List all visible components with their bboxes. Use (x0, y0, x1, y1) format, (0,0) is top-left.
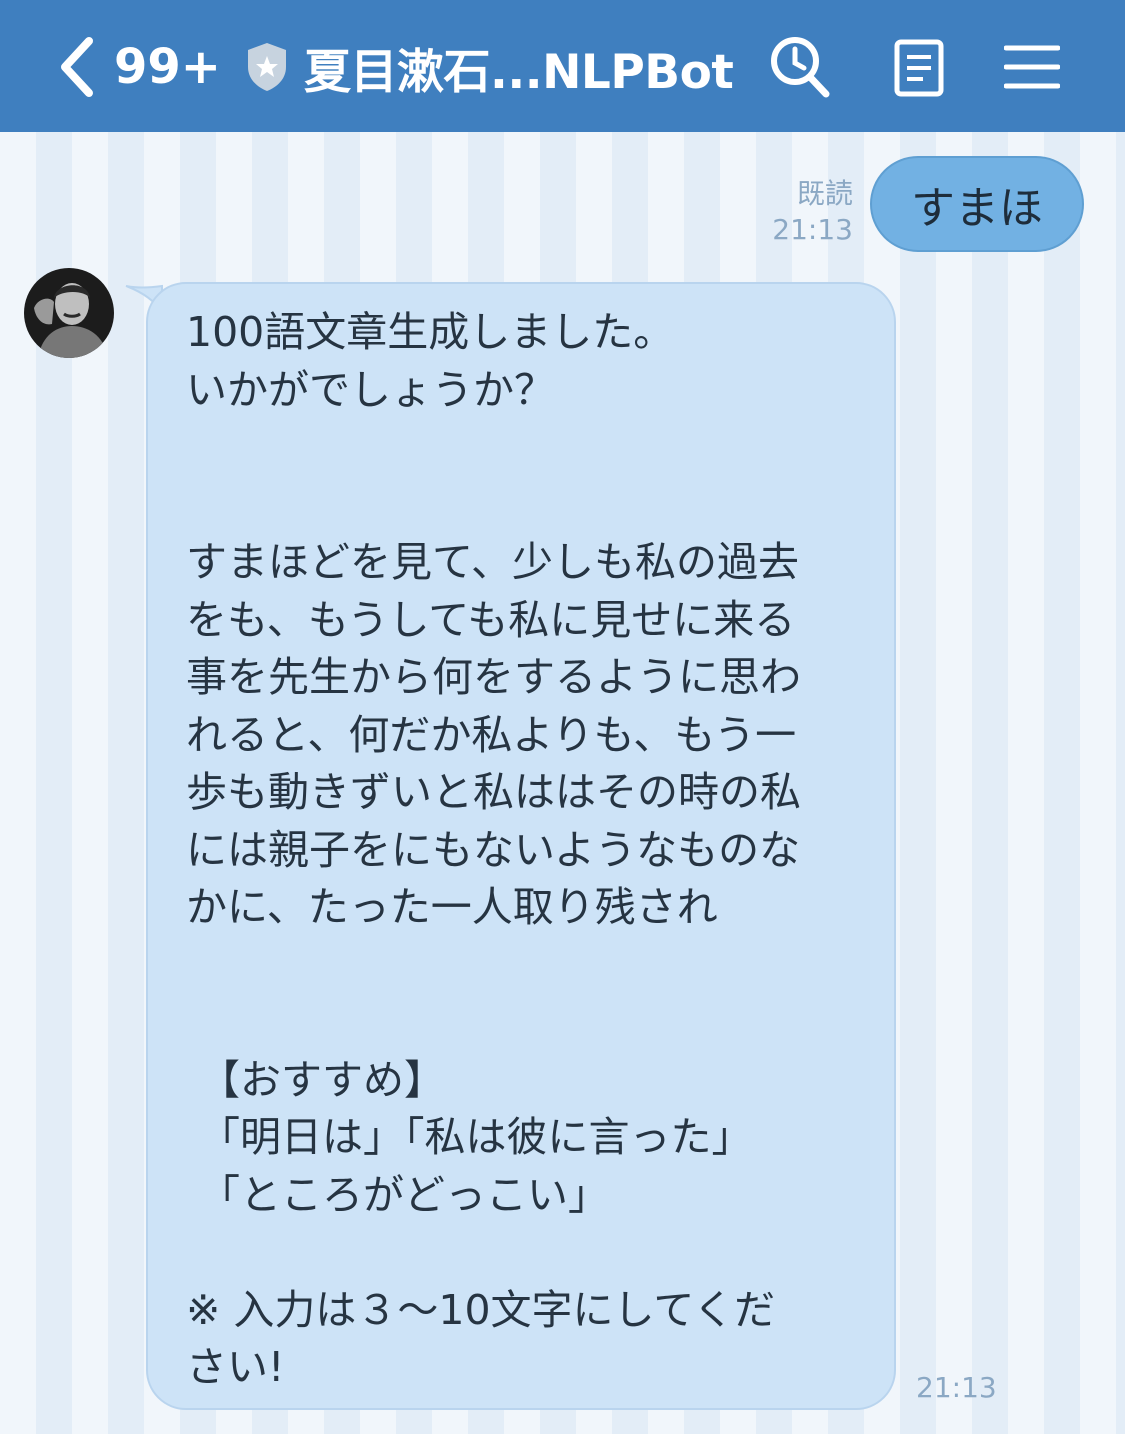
outgoing-timestamp: 21:13 (772, 213, 853, 246)
shield-star-icon (248, 43, 286, 91)
chevron-left-icon (61, 37, 93, 97)
official-account-badge (244, 40, 290, 94)
notes-button[interactable] (890, 36, 948, 100)
unread-count[interactable]: 99+ (114, 36, 221, 98)
back-button[interactable] (52, 32, 102, 102)
incoming-timestamp: 21:13 (916, 1371, 997, 1404)
menu-button[interactable] (1002, 40, 1062, 94)
outgoing-message-bubble[interactable]: すまほ (870, 156, 1084, 252)
chat-title[interactable]: 夏目漱石...NLPBot (304, 34, 734, 100)
search-icon (771, 37, 830, 98)
hamburger-menu-icon (1004, 45, 1060, 89)
chat-header: 99+ 夏目漱石...NLPBot (0, 0, 1125, 132)
search-button[interactable] (768, 34, 832, 100)
bot-avatar[interactable] (24, 268, 114, 358)
read-receipt: 既読 (796, 177, 853, 210)
notes-icon (894, 39, 944, 97)
incoming-message-text: 100語文章生成しました。 いかがでしょうか？ すまほどを見て、少しも私の過去 … (186, 308, 801, 1391)
portrait-avatar-icon (24, 268, 114, 358)
